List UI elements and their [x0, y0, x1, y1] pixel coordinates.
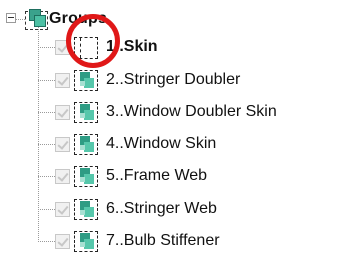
- tree-item-skin[interactable]: 1..Skin: [0, 33, 358, 61]
- tree-item-window-doubler-skin[interactable]: 3..Window Doubler Skin: [0, 98, 358, 126]
- visibility-checkbox[interactable]: [55, 73, 70, 88]
- tree-item-bulb-stiffener[interactable]: 7..Bulb Stiffener: [0, 227, 358, 255]
- group-icon: [25, 8, 48, 30]
- group-icon: [74, 165, 100, 189]
- tree-item-label: 7..Bulb Stiffener: [106, 232, 220, 249]
- annotation-circle: [66, 14, 120, 68]
- group-icon: [74, 230, 100, 254]
- tree-item-stringer-doubler[interactable]: 2..Stringer Doubler: [0, 66, 358, 94]
- tree-item-frame-web[interactable]: 5..Frame Web: [0, 162, 358, 190]
- visibility-checkbox[interactable]: [55, 105, 70, 120]
- tree-item-stringer-web[interactable]: 6..Stringer Web: [0, 195, 358, 223]
- visibility-checkbox[interactable]: [55, 234, 70, 249]
- tree-item-label: 2..Stringer Doubler: [106, 71, 241, 88]
- group-icon: [74, 198, 100, 222]
- collapse-toggle[interactable]: [6, 13, 16, 23]
- tree-item-label: 4..Window Skin: [106, 135, 217, 152]
- groups-tree: Groups 1..Skin 2..Stringer Doubler 3..Wi…: [0, 0, 358, 258]
- group-icon: [74, 133, 100, 157]
- tree-item-label: 3..Window Doubler Skin: [106, 103, 277, 120]
- tree-connector: [16, 19, 25, 20]
- visibility-checkbox[interactable]: [55, 137, 70, 152]
- visibility-checkbox[interactable]: [55, 169, 70, 184]
- tree-item-label: 6..Stringer Web: [106, 200, 217, 217]
- tree-item-label: 5..Frame Web: [106, 167, 208, 184]
- group-icon: [74, 69, 100, 93]
- visibility-checkbox[interactable]: [55, 202, 70, 217]
- group-icon: [74, 101, 100, 125]
- tree-item-window-skin[interactable]: 4..Window Skin: [0, 130, 358, 158]
